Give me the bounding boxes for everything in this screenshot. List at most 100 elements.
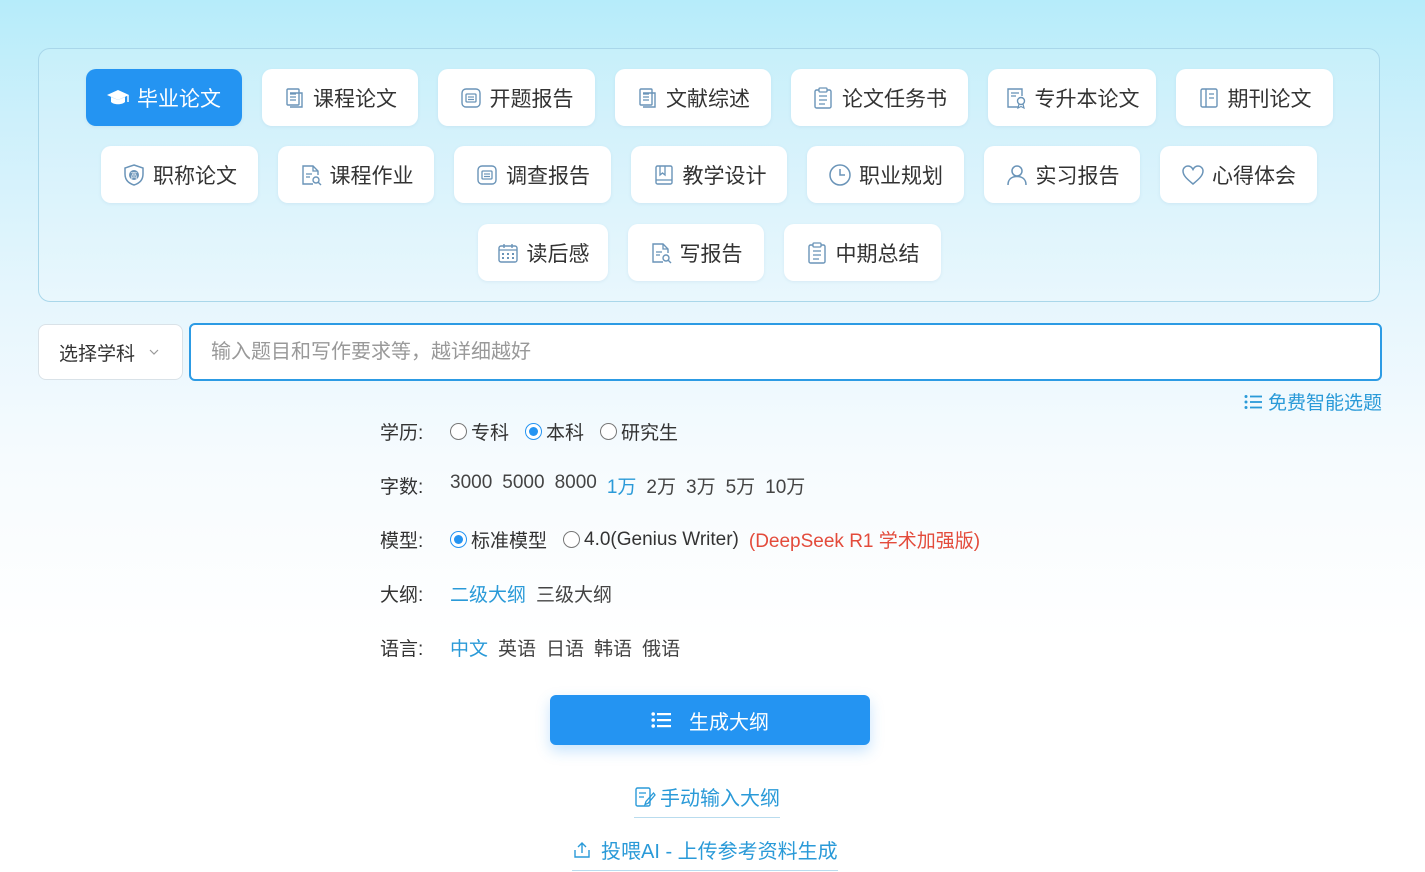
category-row1-item-1[interactable]: 课程论文: [261, 69, 418, 126]
upload-icon: [574, 841, 590, 858]
calendar-icon: [497, 243, 518, 263]
outline-level-option-1[interactable]: 三级大纲: [536, 580, 612, 607]
radio-circle-icon: [600, 423, 618, 440]
word-count-option-3[interactable]: 1万: [607, 472, 637, 499]
generate-outline-button[interactable]: 生成大纲: [550, 695, 870, 745]
education-radio-1[interactable]: 本科: [525, 418, 584, 445]
free-topic-link[interactable]: 免费智能选题: [1244, 388, 1382, 415]
category-row2-item-2[interactable]: 调查报告: [454, 146, 611, 203]
category-row2-item-0[interactable]: 高 职称论文: [101, 146, 258, 203]
manual-outline-label: 手动输入大纲: [660, 788, 780, 810]
category-row2-item-4[interactable]: 职业规划: [807, 146, 964, 203]
category-label: 论文任务书: [842, 87, 947, 111]
user-icon: [1006, 164, 1027, 185]
category-row3-item-2[interactable]: 中期总结: [783, 224, 941, 281]
list-icon: [1244, 394, 1262, 409]
category-label: 课程作业: [329, 164, 414, 188]
list-icon: [651, 712, 671, 728]
category-row1-item-4[interactable]: 论文任务书: [790, 69, 968, 126]
category-label: 开题报告: [489, 87, 574, 111]
document-icon: [286, 87, 303, 108]
education-row: 学历: 专科 本科 研究生: [380, 418, 694, 445]
language-option-2[interactable]: 日语: [546, 634, 584, 661]
outline-label: 大纲:: [380, 585, 424, 606]
category-label: 写报告: [679, 242, 743, 266]
outline-level-option-0[interactable]: 二级大纲: [450, 580, 526, 607]
model-note: (DeepSeek R1 学术加强版): [748, 531, 981, 552]
category-row1-item-2[interactable]: 开题报告: [437, 69, 595, 126]
outline-options: 二级大纲 三级大纲: [450, 580, 622, 607]
chevron-down-icon: [149, 349, 159, 355]
word-count-option-2[interactable]: 8000: [555, 472, 597, 499]
file-search-icon: [301, 164, 321, 185]
language-option-1[interactable]: 英语: [498, 634, 536, 661]
language-options: 中文 英语 日语 韩语 俄语: [450, 634, 690, 661]
category-row1-item-0[interactable]: 毕业论文: [85, 69, 242, 126]
education-radio-0[interactable]: 专科: [450, 418, 509, 445]
model-label: 模型:: [380, 531, 424, 552]
education-options: 专科 本科 研究生: [450, 418, 694, 445]
category-label: 文献综述: [666, 87, 750, 111]
certificate-icon: [1006, 87, 1025, 109]
category-panel: 毕业论文 课程论文 开题报告 文献综述 论文任务书 专升本论文 期刊论文 高 职称论文 课程作业…: [38, 48, 1380, 302]
report-icon: [460, 87, 481, 108]
manual-outline-link[interactable]: 手动输入大纲: [634, 782, 780, 818]
category-row: 读后感 写报告 中期总结: [39, 224, 1379, 281]
clock-icon: [829, 163, 851, 186]
model-radio-1[interactable]: 4.0(Genius Writer): [563, 526, 739, 553]
language-row: 语言: 中文 英语 日语 韩语 俄语: [380, 634, 690, 661]
category-row3-item-1[interactable]: 写报告: [627, 224, 764, 281]
radio-circle-icon: [450, 423, 467, 440]
generate-outline-label: 生成大纲: [689, 711, 769, 734]
book-icon: [654, 164, 673, 185]
report-icon: [477, 164, 497, 185]
file-search-icon: [651, 242, 671, 263]
model-radio-0[interactable]: 标准模型: [450, 526, 547, 553]
category-row: 高 职称论文 课程作业 调查报告 教学设计 职业规划 实习报告 心得体会: [39, 146, 1379, 203]
category-label: 读后感: [526, 242, 590, 266]
subject-select-label: 选择学科: [59, 343, 136, 365]
word-count-option-5[interactable]: 3万: [686, 472, 716, 499]
document-icon: [639, 87, 656, 108]
shield-badge-icon: 高: [124, 163, 144, 186]
category-label: 专升本论文: [1034, 87, 1140, 111]
education-label: 学历:: [380, 423, 424, 444]
category-label: 毕业论文: [137, 87, 221, 111]
category-row: 毕业论文 课程论文 开题报告 文献综述 论文任务书 专升本论文 期刊论文: [39, 69, 1379, 126]
word-count-option-6[interactable]: 5万: [726, 472, 756, 499]
category-row1-item-5[interactable]: 专升本论文: [987, 69, 1156, 126]
word-count-option-0[interactable]: 3000: [450, 472, 492, 499]
word-count-option-1[interactable]: 5000: [502, 472, 544, 499]
outline-row: 大纲: 二级大纲 三级大纲: [380, 580, 622, 607]
subject-select[interactable]: 选择学科: [38, 324, 183, 380]
category-label: 实习报告: [1035, 164, 1120, 188]
category-row1-item-6[interactable]: 期刊论文: [1175, 69, 1333, 126]
category-row2-item-6[interactable]: 心得体会: [1160, 146, 1317, 203]
model-options: 标准模型 4.0(Genius Writer): [450, 526, 755, 553]
radio-label: 研究生: [621, 423, 679, 444]
category-row2-item-5[interactable]: 实习报告: [984, 146, 1140, 203]
word-count-option-7[interactable]: 10万: [765, 472, 805, 499]
journal-icon: [1199, 87, 1218, 108]
category-label: 职称论文: [153, 164, 237, 188]
category-row1-item-3[interactable]: 文献综述: [614, 69, 771, 126]
category-row3-item-0[interactable]: 读后感: [477, 224, 608, 281]
word-count-option-4[interactable]: 2万: [646, 472, 676, 499]
radio-label: 专科: [471, 423, 510, 444]
category-row2-item-1[interactable]: 课程作业: [278, 146, 434, 203]
language-option-4[interactable]: 俄语: [642, 634, 680, 661]
language-option-0[interactable]: 中文: [450, 634, 488, 661]
svg-text:高: 高: [131, 171, 138, 180]
graduation-cap-icon: [107, 89, 129, 104]
language-option-3[interactable]: 韩语: [594, 634, 632, 661]
radio-circle-icon: [450, 531, 467, 548]
topic-input[interactable]: [189, 323, 1382, 381]
category-label: 课程论文: [313, 87, 397, 111]
upload-reference-link[interactable]: 投喂AI - 上传参考资料生成: [572, 835, 838, 871]
heart-icon: [1182, 164, 1204, 185]
category-row2-item-3[interactable]: 教学设计: [631, 146, 787, 203]
category-label: 调查报告: [506, 164, 590, 188]
education-radio-2[interactable]: 研究生: [600, 418, 678, 445]
radio-label: 4.0(Genius Writer): [584, 528, 739, 550]
radio-circle-icon: [525, 423, 543, 440]
